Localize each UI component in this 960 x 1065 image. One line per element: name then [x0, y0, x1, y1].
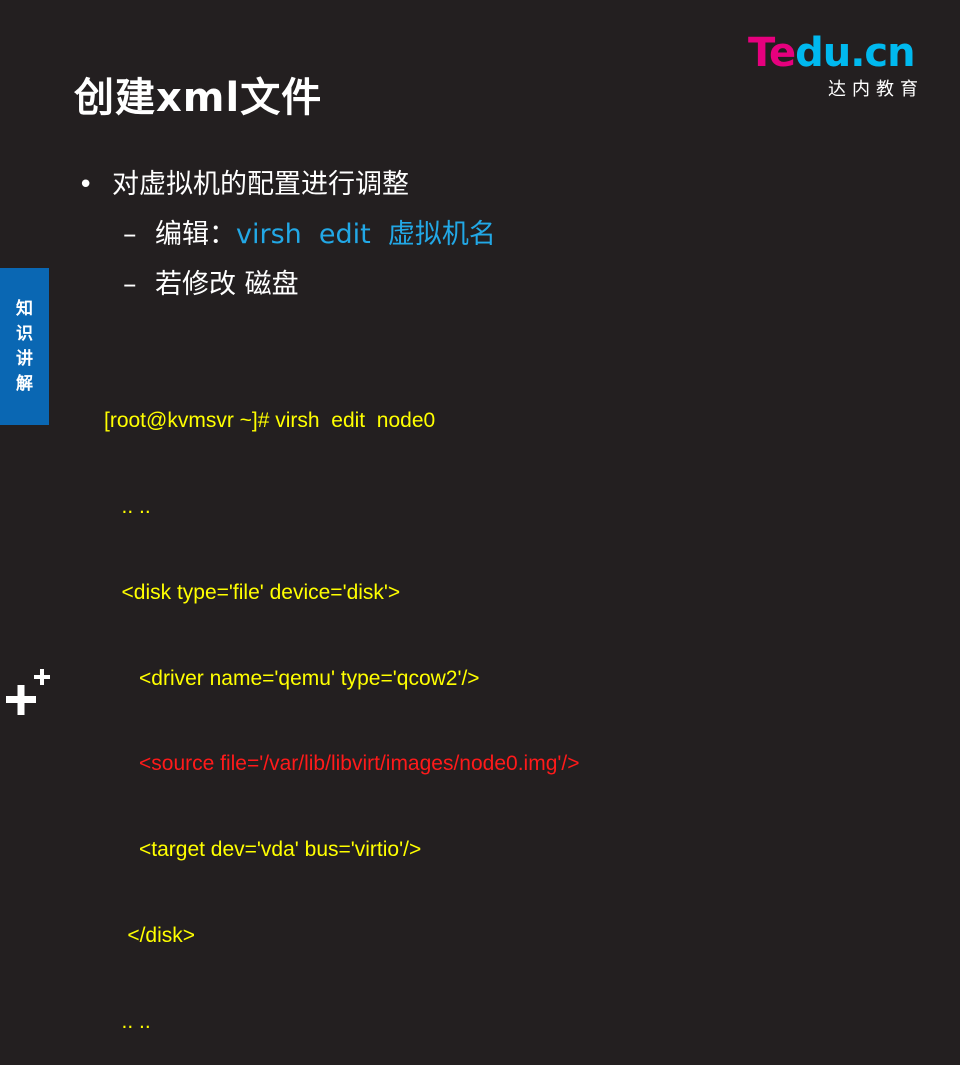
- code-line: .. ..: [104, 1009, 151, 1033]
- code-line: </disk>: [104, 923, 196, 947]
- code-line: <target dev='vda' bus='virtio'/>: [104, 838, 422, 862]
- slide-title: 创建xml文件: [74, 75, 323, 121]
- code-line: <disk type='file' device='disk'>: [104, 580, 401, 604]
- code-line: [root@kvmsvr ~]# virsh edit node0: [104, 409, 436, 433]
- bullet-dot-icon: •: [78, 170, 94, 200]
- code-line-highlight: <source file='/var/lib/libvirt/images/no…: [104, 752, 580, 776]
- dash-icon: –: [123, 219, 137, 250]
- logo-brand-part2: du.cn: [795, 30, 915, 76]
- side-tab: 知识讲解: [0, 268, 49, 425]
- tedu-logo: Tedu.cn 达内教育: [748, 30, 938, 100]
- dash-icon: –: [123, 269, 137, 300]
- bullet-list: • 对虚拟机的配置进行调整 – 编辑： virsh edit 虚拟机名 – 若修…: [78, 160, 918, 310]
- logo-brand-part1: Te: [748, 30, 796, 76]
- plus-icon: [6, 669, 50, 715]
- bullet-main-text: 对虚拟机的配置进行调整: [112, 169, 409, 200]
- side-tab-label: 知识讲解: [16, 298, 33, 394]
- code-line: <driver name='qemu' type='qcow2'/>: [104, 666, 480, 690]
- code-line: .. ..: [104, 494, 151, 518]
- bullet-sub-edit: – 编辑： virsh edit 虚拟机名: [123, 210, 918, 260]
- bullet-sub-edit-command: virsh edit 虚拟机名: [236, 219, 496, 250]
- code-block: [root@kvmsvr ~]# virsh edit node0 .. .. …: [104, 350, 579, 1065]
- bullet-sub-edit-prefix: 编辑：: [155, 219, 236, 250]
- bullet-sub-disk-text: 若修改 磁盘: [155, 269, 299, 300]
- bullet-sub-disk: – 若修改 磁盘: [123, 260, 918, 310]
- logo-subtitle: 达内教育: [828, 79, 924, 100]
- bullet-main: • 对虚拟机的配置进行调整: [78, 160, 918, 210]
- logo-brand: Tedu.cn: [748, 30, 916, 76]
